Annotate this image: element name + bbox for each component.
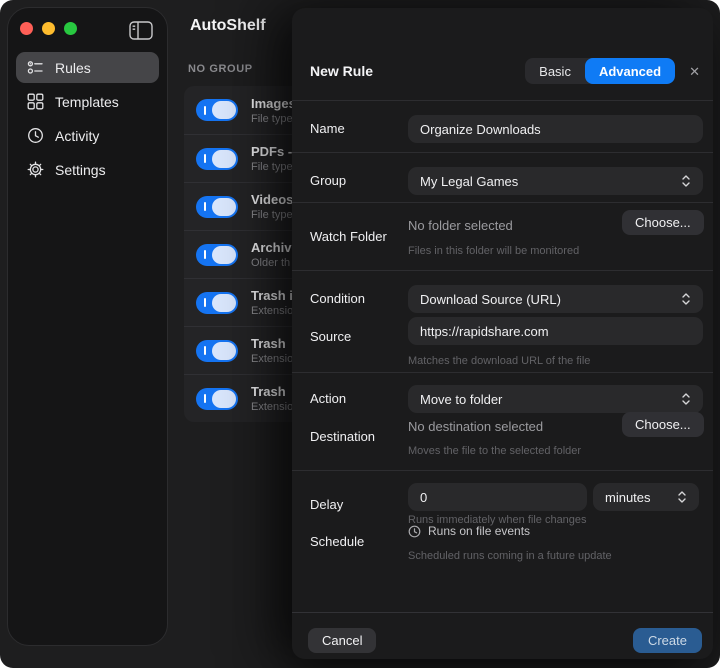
divider: [292, 270, 713, 271]
rule-subtitle: Older th: [251, 257, 291, 269]
chevron-up-down-icon: [677, 490, 687, 504]
rule-title: Archiv: [251, 240, 292, 255]
modal-title: New Rule: [310, 63, 374, 79]
rule-subtitle: File type: [251, 209, 293, 221]
create-button[interactable]: Create: [632, 628, 702, 653]
rule-subtitle: Extensio: [251, 401, 294, 413]
rule-title: PDFs -: [251, 144, 293, 159]
minimize-window-button[interactable]: [42, 22, 55, 35]
rule-subtitle: Extensio: [251, 305, 294, 317]
divider: [292, 100, 713, 101]
sidebar: Rules Templates Activity Settings: [7, 7, 168, 646]
delay-unit-select[interactable]: minutes: [593, 483, 699, 511]
source-label: Source: [310, 329, 352, 344]
chevron-up-down-icon: [681, 292, 691, 306]
sidebar-item-label: Activity: [55, 127, 100, 144]
tab-basic[interactable]: Basic: [525, 58, 585, 84]
group-select[interactable]: My Legal Games: [408, 167, 703, 195]
rule-toggle[interactable]: [196, 291, 238, 314]
destination-helper: Moves the file to the selected folder: [408, 445, 582, 457]
group-select-value: My Legal Games: [420, 173, 519, 189]
rule-subtitle: File type: [251, 161, 293, 173]
rule-title: Videos: [251, 192, 294, 207]
schedule-status-text: Runs on file events: [428, 524, 531, 538]
divider: [292, 470, 713, 471]
divider: [292, 612, 713, 613]
activity-icon: [26, 127, 44, 145]
action-select[interactable]: Move to folder: [408, 385, 703, 413]
sidebar-item-label: Rules: [55, 59, 91, 76]
rule-toggle[interactable]: [196, 99, 238, 121]
destination-choose-button[interactable]: Choose...: [622, 412, 704, 437]
modal-header: New Rule Basic Advanced ✕: [310, 56, 700, 86]
sidebar-item-label: Templates: [55, 93, 119, 110]
rule-title: Trash: [251, 336, 286, 351]
chevron-up-down-icon: [681, 392, 691, 406]
rule-toggle[interactable]: [196, 243, 238, 266]
templates-icon: [26, 93, 44, 111]
chevron-up-down-icon: [681, 174, 691, 188]
source-input[interactable]: [408, 317, 703, 345]
divider: [292, 372, 713, 373]
window-controls: [20, 22, 77, 35]
mode-segmented-control: Basic Advanced: [525, 58, 676, 84]
watch-folder-choose-button[interactable]: Choose...: [622, 210, 704, 235]
divider: [292, 152, 713, 153]
rule-title: Images: [251, 95, 296, 111]
destination-value: No destination selected: [408, 419, 544, 434]
tab-advanced[interactable]: Advanced: [584, 58, 676, 84]
source-helper: Matches the download URL of the file: [408, 355, 591, 367]
condition-select-value: Download Source (URL): [420, 291, 561, 307]
delay-unit-value: minutes: [605, 489, 651, 505]
watch-folder-label: Watch Folder: [310, 229, 387, 244]
name-input[interactable]: [408, 115, 703, 143]
sidebar-nav: Rules Templates Activity Settings: [16, 52, 159, 185]
schedule-label: Schedule: [310, 534, 365, 549]
section-header-no-group: NO GROUP: [188, 63, 253, 75]
clock-icon: [408, 525, 421, 538]
rule-toggle[interactable]: [196, 195, 238, 218]
settings-icon: [26, 161, 44, 179]
watch-folder-helper: Files in this folder will be monitored: [408, 245, 580, 257]
rules-icon: [26, 59, 44, 77]
rule-title: Trash i: [251, 288, 293, 303]
sidebar-item-rules[interactable]: Rules: [16, 52, 159, 83]
rule-toggle[interactable]: [196, 339, 238, 362]
page-title: AutoShelf: [190, 17, 266, 34]
action-select-value: Move to folder: [420, 391, 503, 407]
schedule-status: Runs on file events: [408, 524, 530, 538]
new-rule-modal: New Rule Basic Advanced ✕ Name Group My …: [292, 8, 713, 659]
close-window-button[interactable]: [20, 22, 33, 35]
rule-toggle[interactable]: [196, 147, 238, 170]
cancel-button[interactable]: Cancel: [308, 628, 377, 653]
action-label: Action: [310, 391, 347, 406]
app-window: Rules Templates Activity Settings AutoSh…: [0, 0, 720, 668]
condition-label: Condition: [310, 291, 365, 306]
condition-select[interactable]: Download Source (URL): [408, 285, 703, 313]
divider: [292, 202, 713, 203]
watch-folder-value: No folder selected: [408, 218, 513, 233]
sidebar-toggle-icon[interactable]: [128, 20, 154, 41]
group-label: Group: [310, 173, 347, 188]
destination-label: Destination: [310, 429, 376, 444]
name-label: Name: [310, 121, 345, 136]
rule-toggle[interactable]: [196, 387, 238, 410]
rule-title: Trash: [251, 384, 286, 399]
close-icon[interactable]: ✕: [689, 65, 700, 78]
delay-label: Delay: [310, 497, 344, 512]
rule-subtitle: Extensio: [251, 353, 294, 365]
zoom-window-button[interactable]: [64, 22, 77, 35]
sidebar-item-templates[interactable]: Templates: [16, 86, 159, 117]
schedule-helper: Scheduled runs coming in a future update: [408, 550, 612, 562]
sidebar-item-activity[interactable]: Activity: [16, 120, 159, 151]
sidebar-item-settings[interactable]: Settings: [16, 154, 159, 185]
sidebar-item-label: Settings: [55, 161, 106, 178]
rule-subtitle: File type: [251, 112, 293, 125]
delay-input[interactable]: [408, 483, 587, 511]
